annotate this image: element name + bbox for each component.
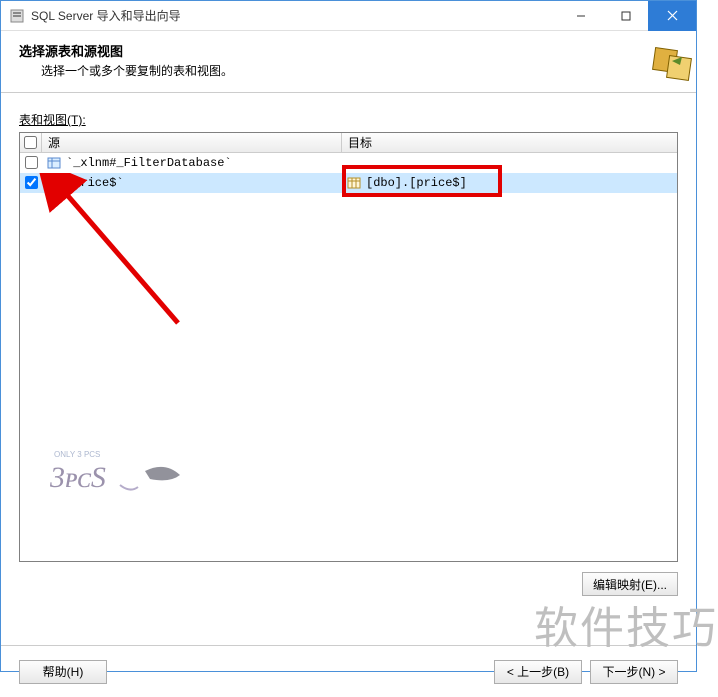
page-subtitle: 选择一个或多个要复制的表和视图。 — [19, 62, 678, 79]
row-checkbox[interactable] — [25, 176, 38, 189]
tables-grid[interactable]: 源 目标 `_xlnm#_FilterDatabase` — [19, 132, 678, 562]
wizard-window: SQL Server 导入和导出向导 选择源表和源视图 选择一个或多个要复制的表… — [0, 0, 697, 672]
wizard-header: 选择源表和源视图 选择一个或多个要复制的表和视图。 — [1, 31, 696, 93]
next-button[interactable]: 下一步(N) > — [590, 660, 678, 684]
row-checkbox[interactable] — [25, 156, 38, 169]
select-all-checkbox[interactable] — [24, 136, 37, 149]
close-button[interactable] — [648, 1, 696, 31]
destination-column-header[interactable]: 目标 — [342, 133, 677, 152]
svg-text:3ᴘᴄS: 3ᴘᴄS — [50, 461, 106, 494]
table-row[interactable]: `price$` [dbo].[price$] — [20, 173, 677, 193]
content-area: 表和视图(T): 源 目标 `_xlnm#_FilterDatabase` — [1, 93, 696, 645]
wizard-footer: 帮助(H) < 上一步(B) 下一步(N) > — [1, 645, 696, 697]
minimize-button[interactable] — [558, 1, 603, 31]
db-table-icon — [346, 176, 362, 190]
back-button[interactable]: < 上一步(B) — [494, 660, 582, 684]
window-controls — [558, 1, 696, 31]
window-title: SQL Server 导入和导出向导 — [31, 7, 558, 24]
grid-header: 源 目标 — [20, 133, 677, 153]
wizard-icon — [648, 39, 696, 87]
edit-mapping-button[interactable]: 编辑映射(E)... — [582, 572, 678, 596]
destination-cell: [dbo].[price$] — [366, 176, 467, 190]
titlebar: SQL Server 导入和导出向导 — [1, 1, 696, 31]
table-row[interactable]: `_xlnm#_FilterDatabase` — [20, 153, 677, 173]
annotation-arrow — [38, 173, 218, 343]
table-icon — [46, 156, 62, 170]
mapping-actions: 编辑映射(E)... — [19, 572, 678, 596]
source-column-header[interactable]: 源 — [42, 133, 342, 152]
page-title: 选择源表和源视图 — [19, 41, 678, 60]
select-all-header[interactable] — [20, 133, 42, 152]
table-label: 表和视图(T): — [19, 111, 678, 128]
table-icon — [46, 176, 62, 190]
svg-text:ONLY 3 PCS: ONLY 3 PCS — [54, 450, 100, 459]
source-cell: `_xlnm#_FilterDatabase` — [66, 156, 232, 170]
app-icon — [9, 8, 25, 24]
help-button[interactable]: 帮助(H) — [19, 660, 107, 684]
maximize-button[interactable] — [603, 1, 648, 31]
source-cell: `price$` — [66, 176, 124, 190]
watermark-logo: ONLY 3 PCS 3ᴘᴄS — [50, 443, 200, 503]
